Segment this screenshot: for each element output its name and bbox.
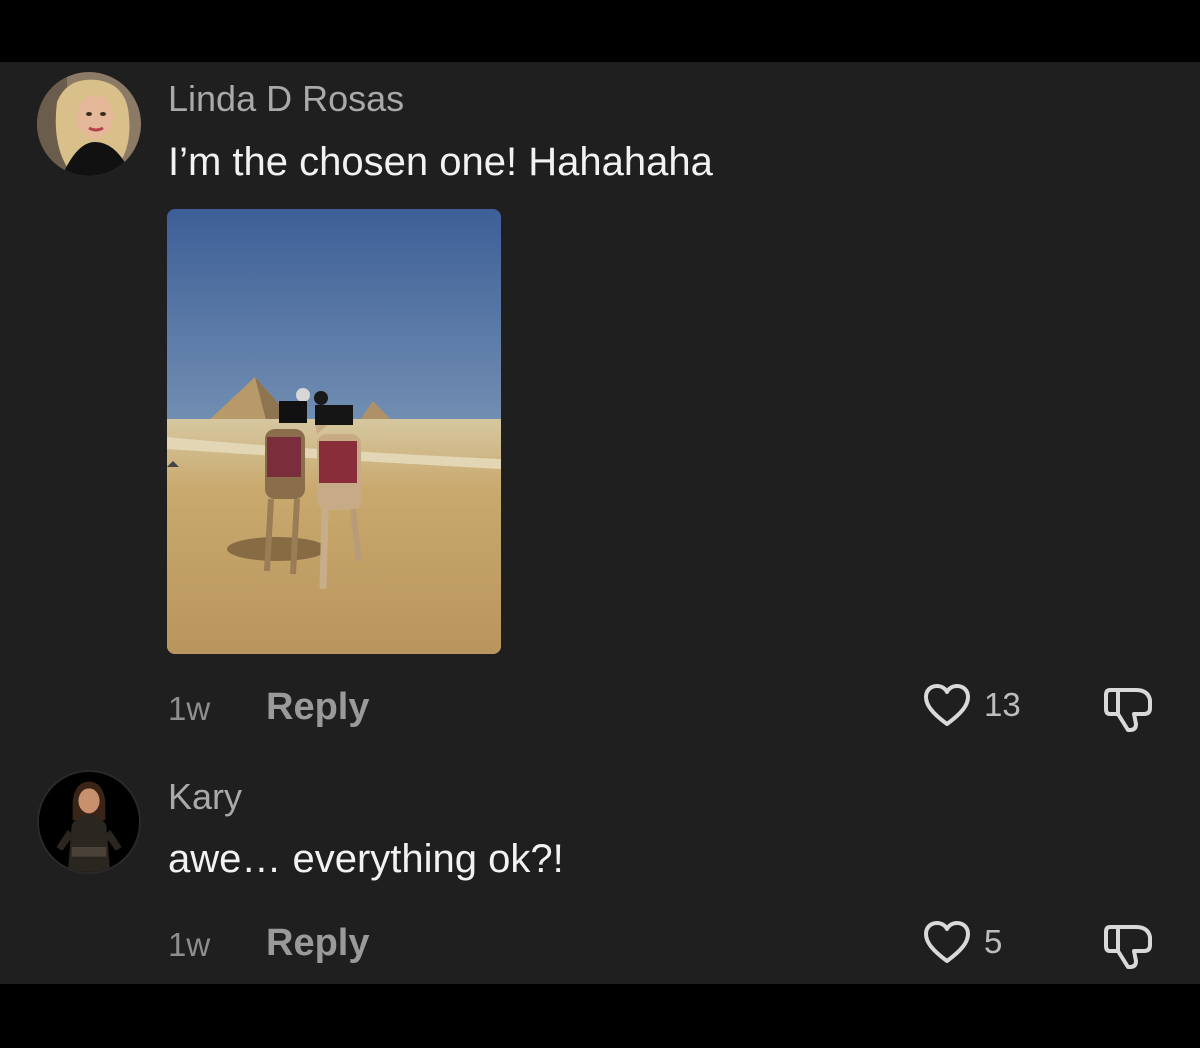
dislike-button[interactable] bbox=[1100, 682, 1156, 739]
dislike-button[interactable] bbox=[1100, 919, 1156, 976]
like-button[interactable]: 5 bbox=[922, 919, 1002, 965]
comments-panel: Linda D Rosas I’m the chosen one! Hahaha… bbox=[0, 62, 1200, 984]
avatar[interactable] bbox=[37, 770, 141, 874]
reply-button[interactable]: Reply bbox=[266, 686, 369, 729]
comment-username[interactable]: Kary bbox=[168, 776, 242, 818]
like-count: 5 bbox=[984, 923, 1003, 960]
thumbs-down-outline-icon bbox=[1104, 925, 1152, 969]
thumbs-down-outline-icon bbox=[1104, 688, 1152, 732]
comment-text: awe… everything ok?! bbox=[168, 837, 564, 881]
comment-timestamp: 1w bbox=[168, 690, 211, 727]
like-count: 13 bbox=[984, 686, 1021, 723]
heart-outline-icon bbox=[924, 921, 970, 963]
avatar[interactable] bbox=[37, 72, 141, 176]
comment-timestamp: 1w bbox=[168, 926, 211, 963]
heart-outline-icon bbox=[924, 684, 970, 726]
comment-text: I’m the chosen one! Hahahaha bbox=[168, 140, 713, 184]
like-button[interactable]: 13 bbox=[922, 682, 1021, 728]
reply-button[interactable]: Reply bbox=[266, 922, 369, 965]
comment-username[interactable]: Linda D Rosas bbox=[168, 78, 404, 120]
comment-attached-photo[interactable] bbox=[167, 209, 501, 654]
